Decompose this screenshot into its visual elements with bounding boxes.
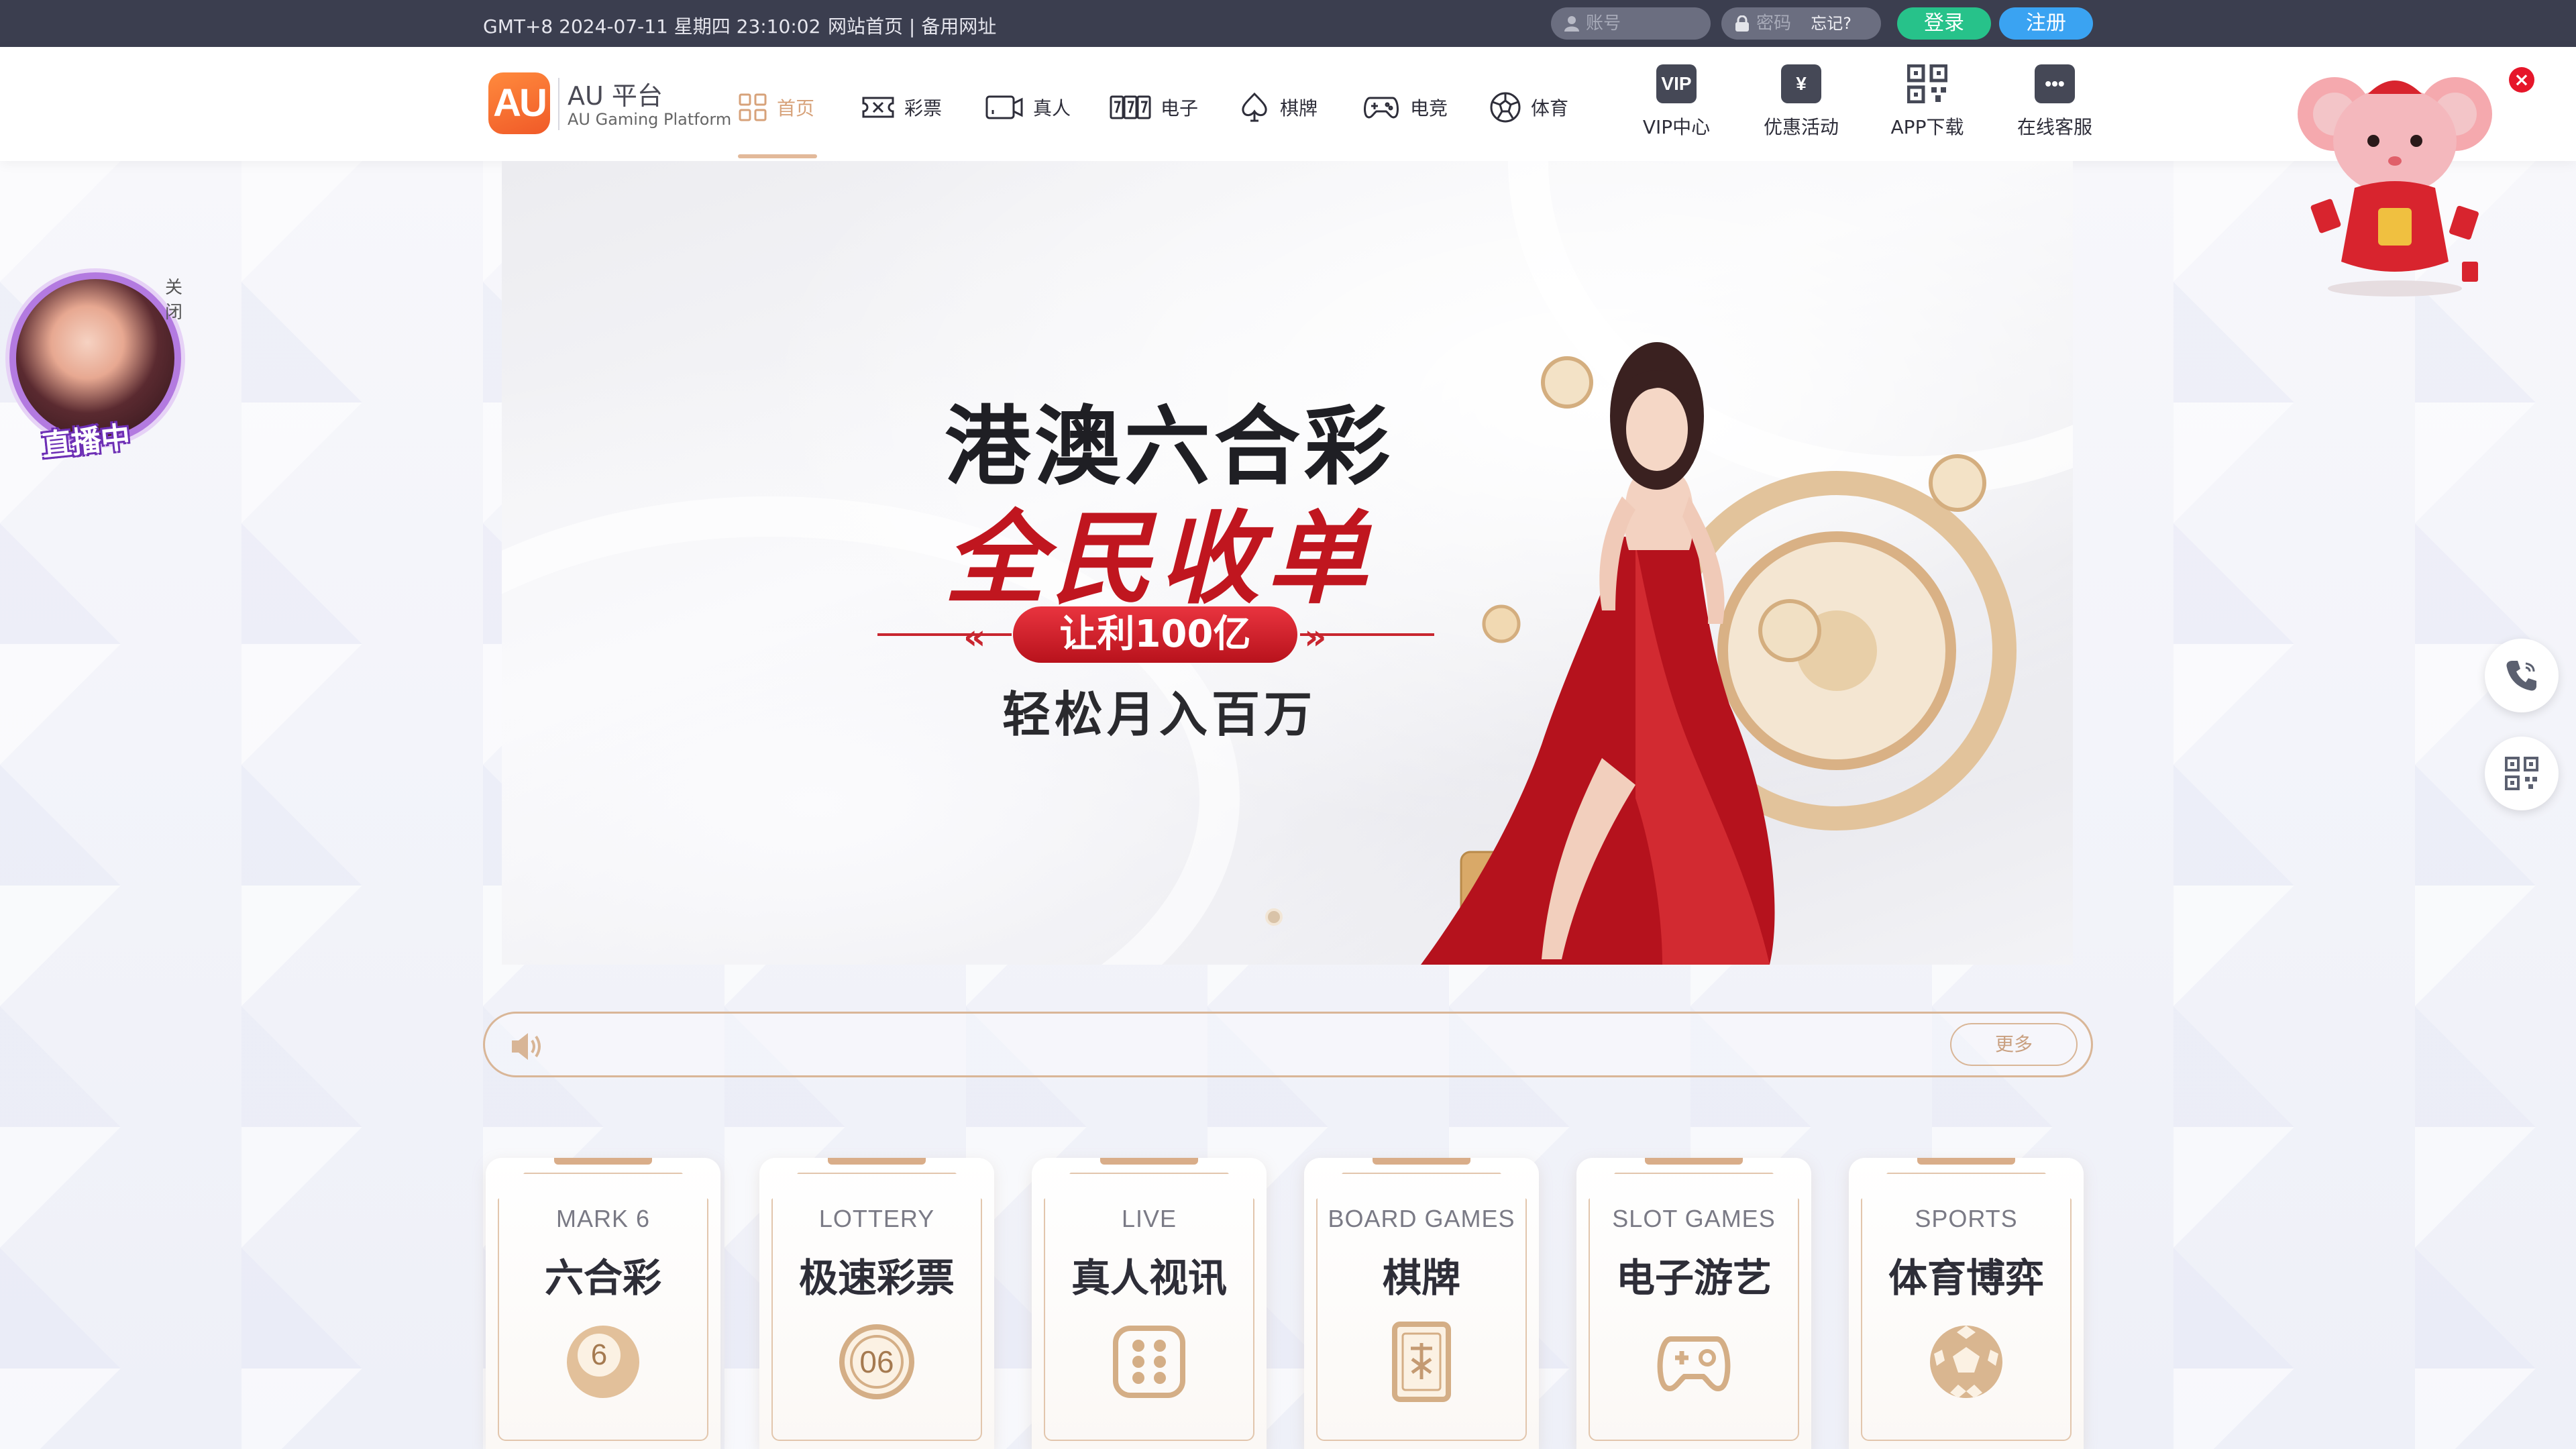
- lottery-ticket-icon: [862, 97, 894, 118]
- game-card-lottery[interactable]: LOTTERY 极速彩票 06: [759, 1158, 994, 1449]
- soccer-ball-icon: [1490, 92, 1521, 123]
- card-title-en: LIVE: [1121, 1205, 1177, 1232]
- svg-text:06: 06: [859, 1344, 894, 1379]
- phone-icon: [2506, 661, 2536, 691]
- account-input[interactable]: 账号: [1551, 7, 1711, 40]
- card-title-zh: 棋牌: [1382, 1255, 1460, 1301]
- forgot-password-link[interactable]: 忘记?: [1811, 7, 1851, 40]
- live-badge: 直播中: [40, 420, 132, 464]
- slot-777-icon: [1110, 95, 1151, 119]
- banner-tagline: 轻松月入百万: [1002, 686, 1317, 743]
- phone-contact-button[interactable]: [2485, 639, 2559, 712]
- card-title-en: SPORTS: [1915, 1205, 2018, 1232]
- live-stream-float[interactable]: 关闭 直播中: [7, 266, 188, 464]
- announcement-marquee: 更多: [483, 1012, 2093, 1077]
- card-title-en: SLOT GAMES: [1612, 1205, 1776, 1232]
- card-title-zh: 真人视讯: [1071, 1255, 1227, 1301]
- qr-code-icon: [2505, 757, 2538, 790]
- nav-customer-service[interactable]: ••• 在线客服: [2004, 64, 2105, 152]
- banner-pill-line-left: [877, 633, 1012, 636]
- card-tab: [1100, 1158, 1198, 1165]
- lottery-ball-06-icon: 06: [839, 1324, 914, 1399]
- nav-item-lottery[interactable]: 彩票: [861, 87, 942, 127]
- nav-item-slots[interactable]: 电子: [1110, 87, 1198, 127]
- card-tab: [1645, 1158, 1743, 1165]
- nav-item-live[interactable]: 真人: [985, 87, 1071, 127]
- card-title-en: BOARD GAMES: [1328, 1205, 1515, 1232]
- chat-bubble-icon: •••: [2035, 64, 2075, 103]
- nav-promotions[interactable]: ¥ 优惠活动: [1751, 64, 1851, 152]
- active-nav-indicator: [738, 154, 817, 158]
- logo-divider: [558, 78, 559, 130]
- logo-title: AU 平台: [568, 81, 663, 111]
- qr-code-icon: [1907, 64, 1947, 103]
- card-tab: [828, 1158, 926, 1165]
- card-title-zh: 体育博弈: [1888, 1255, 2044, 1301]
- vip-icon: VIP: [1656, 64, 1697, 103]
- model-illustration: [1421, 342, 2017, 965]
- card-title-zh: 六合彩: [544, 1255, 661, 1301]
- nav-item-sports[interactable]: 体育: [1489, 87, 1568, 127]
- user-icon: [1564, 16, 1579, 32]
- speaker-icon: [512, 1033, 541, 1060]
- card-title-zh: 电子游艺: [1615, 1255, 1772, 1301]
- logo-subtitle: AU Gaming Platform: [568, 110, 732, 129]
- promo-banner[interactable]: 港澳六合彩 全民收单 « 让利100亿 » 轻松月入百万: [502, 161, 2073, 965]
- card-title-zh: 极速彩票: [798, 1255, 955, 1301]
- login-button[interactable]: 登录: [1897, 7, 1991, 40]
- banner-pill: 让利100亿: [1013, 606, 1297, 663]
- site-links[interactable]: 网站首页 | 备用网址: [828, 12, 996, 39]
- svg-text:6: 6: [591, 1338, 607, 1371]
- card-title-en: LOTTERY: [818, 1205, 935, 1232]
- logo-mark: AU: [488, 72, 550, 134]
- dice-icon: [1113, 1326, 1185, 1398]
- game-card-slots[interactable]: SLOT GAMES 电子游艺: [1576, 1158, 1811, 1449]
- yen-gift-icon: ¥: [1781, 64, 1821, 103]
- more-announcements-button[interactable]: 更多: [1950, 1023, 2078, 1066]
- lock-icon: [1735, 15, 1749, 32]
- nav-item-esports[interactable]: 电竞: [1362, 87, 1448, 127]
- mahjong-tile-icon: [1392, 1322, 1451, 1402]
- clock-text: GMT+8 2024-07-11 星期四 23:10:02: [483, 15, 821, 38]
- nav-vip-center[interactable]: VIP VIP中心: [1626, 64, 1727, 152]
- main-nav: AU AU 平台 AU Gaming Platform 首页 彩票 真人 电子 …: [0, 47, 2576, 161]
- nav-item-board[interactable]: 棋牌: [1238, 87, 1318, 127]
- close-live-float-button[interactable]: 关闭: [165, 274, 188, 323]
- top-bar: GMT+8 2024-07-11 星期四 23:10:02 网站首页 | 备用网…: [0, 0, 2576, 47]
- spade-icon: [1242, 92, 1267, 122]
- gamepad-icon: [1657, 1336, 1731, 1391]
- card-tab: [1917, 1158, 2015, 1165]
- qr-code-button[interactable]: [2485, 737, 2559, 810]
- nav-item-home[interactable]: 首页: [738, 87, 814, 127]
- grid-icon: [739, 93, 767, 121]
- carousel-indicator[interactable]: [1265, 908, 1283, 926]
- password-input[interactable]: 密码 忘记?: [1721, 7, 1881, 40]
- soccer-ball-icon: [1930, 1326, 2002, 1398]
- game-card-board[interactable]: BOARD GAMES 棋牌: [1304, 1158, 1539, 1449]
- nav-app-download[interactable]: APP下载: [1877, 64, 1978, 152]
- gamepad-icon: [1364, 97, 1399, 119]
- register-button[interactable]: 注册: [1999, 7, 2093, 40]
- game-card-live[interactable]: LIVE 真人视讯: [1032, 1158, 1267, 1449]
- game-card-mark6[interactable]: MARK 6 六合彩 6: [486, 1158, 720, 1449]
- game-card-sports[interactable]: SPORTS 体育博弈: [1849, 1158, 2084, 1449]
- live-video-icon: [985, 95, 1023, 119]
- mascot-mouse-icon[interactable]: [2294, 67, 2496, 302]
- lottery-ball-6-icon: 6: [567, 1326, 639, 1398]
- card-title-en: MARK 6: [555, 1205, 651, 1232]
- close-mascot-button[interactable]: ×: [2509, 67, 2534, 93]
- card-tab: [554, 1158, 652, 1165]
- chevron-left-icon: «: [963, 617, 986, 657]
- card-tab: [1373, 1158, 1470, 1165]
